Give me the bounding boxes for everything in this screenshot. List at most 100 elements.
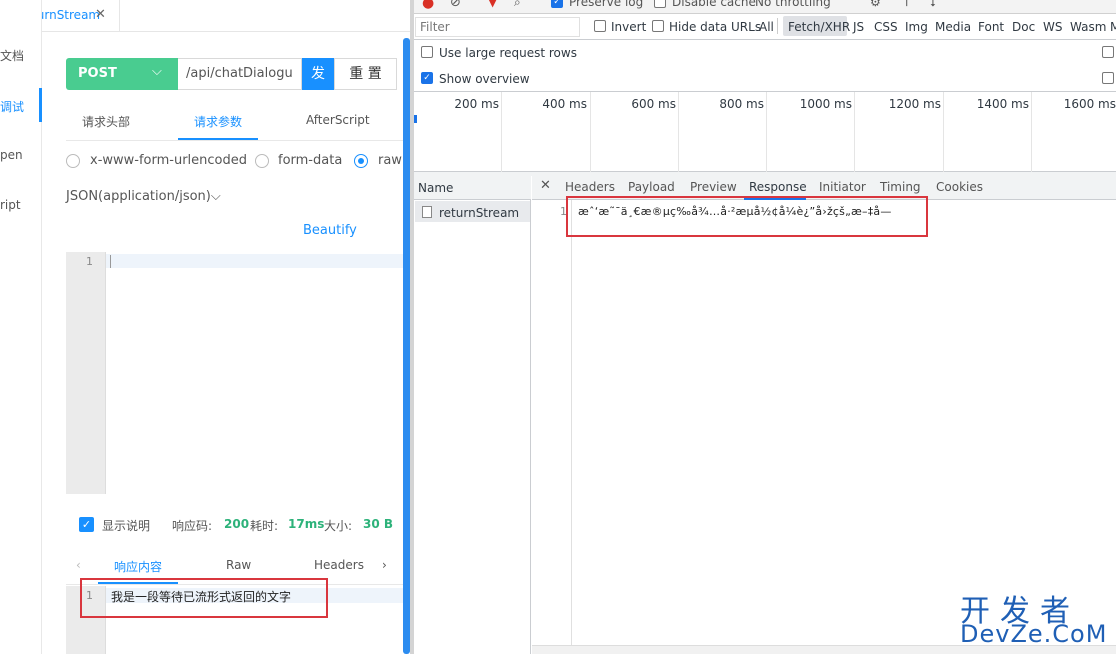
side-nav: 文档 调试 pen ript bbox=[0, 0, 42, 654]
hide-data-urls-checkbox[interactable] bbox=[652, 20, 664, 32]
large-rows-checkbox[interactable] bbox=[421, 46, 433, 58]
timeline-gridline bbox=[943, 92, 944, 172]
tab-afterscript[interactable]: AfterScript bbox=[306, 113, 370, 127]
tab-response-headers[interactable]: Headers bbox=[314, 558, 364, 572]
name-header-label: Name bbox=[418, 181, 454, 195]
filter-ws[interactable]: WS bbox=[1043, 20, 1062, 34]
hide-data-urls-label: Hide data URLs bbox=[669, 20, 762, 34]
show-desc-checkbox[interactable]: ✓ bbox=[79, 517, 94, 532]
time-label: 耗时: bbox=[250, 519, 279, 533]
watermark-domain: DevZe.CoM bbox=[960, 620, 1108, 648]
filter-css[interactable]: CSS bbox=[874, 20, 898, 34]
tab-request-headers[interactable]: 请求头部 bbox=[82, 113, 130, 130]
size-value: 30 B bbox=[363, 517, 394, 531]
invert-label: Invert bbox=[611, 20, 647, 34]
filter-img[interactable]: Img bbox=[905, 20, 928, 34]
chevron-down-icon: ⌵ bbox=[152, 64, 162, 79]
radio-raw[interactable] bbox=[354, 154, 368, 168]
filter-fetch-xhr[interactable]: Fetch/XHR bbox=[788, 20, 850, 34]
capture-screenshots-checkbox[interactable] bbox=[1102, 72, 1114, 84]
status-value: 200 bbox=[224, 517, 250, 531]
close-icon[interactable]: ✕ bbox=[540, 178, 551, 193]
timeline-gridline bbox=[590, 92, 591, 172]
radio-formdata[interactable] bbox=[255, 154, 269, 168]
close-icon[interactable]: ✕ bbox=[95, 7, 106, 22]
divider bbox=[777, 18, 778, 34]
show-overview-checkbox[interactable]: ✓ bbox=[421, 72, 433, 84]
radio-urlencoded[interactable] bbox=[66, 154, 80, 168]
reset-button[interactable]: 重 置 bbox=[334, 58, 397, 90]
network-conditions-icon[interactable]: ⚙ bbox=[870, 0, 881, 9]
tab-payload[interactable]: Payload bbox=[628, 180, 675, 194]
tab-response-content[interactable]: 响应内容 bbox=[114, 558, 162, 575]
radio-label-raw: raw bbox=[378, 153, 402, 168]
search-icon[interactable]: ⌕ bbox=[514, 0, 521, 10]
timeline-gridline bbox=[501, 92, 502, 172]
sidenav-item-debug[interactable]: 调试 bbox=[0, 98, 24, 115]
timeline-label: 400 ms bbox=[542, 97, 587, 111]
upload-icon[interactable]: ⭡ bbox=[904, 0, 910, 10]
sidenav-item-script[interactable]: ript bbox=[0, 198, 21, 212]
clear-icon[interactable]: ⊘ bbox=[450, 0, 461, 10]
filter-all[interactable]: All bbox=[759, 20, 774, 34]
tab-response[interactable]: Response bbox=[749, 180, 807, 194]
throttling-select[interactable]: No throttling bbox=[755, 0, 831, 9]
filter-media[interactable]: Media bbox=[935, 20, 971, 34]
tab-timing[interactable]: Timing bbox=[880, 180, 921, 194]
editor-gutter bbox=[66, 252, 106, 494]
filter-manifest[interactable]: M bbox=[1110, 20, 1116, 34]
filter-font[interactable]: Font bbox=[978, 20, 1004, 34]
preserve-log-checkbox[interactable]: ✓ bbox=[551, 0, 563, 8]
document-icon bbox=[422, 206, 432, 218]
filter-placeholder: Filter bbox=[420, 20, 450, 34]
tab-ink-bar bbox=[178, 138, 258, 140]
tab-initiator[interactable]: Initiator bbox=[819, 180, 866, 194]
send-button[interactable]: 发 bbox=[302, 58, 334, 90]
timeline-label: 1000 ms bbox=[799, 97, 852, 111]
download-icon[interactable]: ⭣ bbox=[930, 0, 936, 10]
request-name: returnStream bbox=[439, 206, 520, 220]
show-desc-label: 显示说明 bbox=[102, 519, 151, 533]
record-icon[interactable]: ● bbox=[422, 0, 434, 11]
sidenav-item-open[interactable]: pen bbox=[0, 148, 23, 162]
content-type-select[interactable]: JSON(application/json)⌵ bbox=[66, 189, 221, 204]
time-value: 17ms bbox=[288, 517, 325, 531]
disable-cache-checkbox[interactable] bbox=[654, 0, 666, 8]
timeline-label: 1600 ms bbox=[1063, 97, 1116, 111]
filter-wasm[interactable]: Wasm bbox=[1070, 20, 1106, 34]
tab-preview[interactable]: Preview bbox=[690, 180, 737, 194]
filter-js[interactable]: JS bbox=[853, 20, 864, 34]
filter-funnel-icon[interactable]: ▼ bbox=[488, 0, 497, 9]
scrollbar[interactable] bbox=[403, 38, 410, 654]
sidenav-item-docs[interactable]: 文档 bbox=[0, 47, 24, 64]
tab-request-params[interactable]: 请求参数 bbox=[194, 113, 242, 130]
chevron-down-icon: ⌵ bbox=[210, 189, 221, 204]
large-rows-label: Use large request rows bbox=[439, 46, 577, 60]
response-gutter bbox=[532, 200, 572, 654]
tab-headers[interactable]: Headers bbox=[565, 180, 615, 194]
chevron-left-icon[interactable]: ‹ bbox=[76, 558, 81, 572]
line-number: 1 bbox=[86, 255, 93, 268]
request-list bbox=[414, 176, 531, 654]
group-by-frame-checkbox[interactable] bbox=[1102, 46, 1114, 58]
invert-checkbox[interactable] bbox=[594, 20, 606, 32]
status-label: 响应码: bbox=[172, 519, 213, 533]
tab-cookies[interactable]: Cookies bbox=[936, 180, 983, 194]
timeline-label: 200 ms bbox=[454, 97, 499, 111]
devtools-toolbar: ● ⊘ ▼ ⌕ ✓ Preserve log Disable cache No … bbox=[414, 0, 1116, 14]
highlight-box bbox=[80, 578, 328, 618]
timeline-gridline bbox=[1031, 92, 1032, 172]
timeline-label: 1400 ms bbox=[976, 97, 1029, 111]
editor-active-line bbox=[106, 254, 410, 268]
beautify-link[interactable]: Beautify bbox=[303, 223, 357, 238]
request-body-editor[interactable] bbox=[66, 252, 410, 494]
url-input[interactable]: /api/chatDialogu bbox=[178, 58, 302, 90]
tab-response-raw[interactable]: Raw bbox=[226, 558, 251, 572]
timeline-label: 600 ms bbox=[631, 97, 676, 111]
chevron-right-icon[interactable]: › bbox=[382, 558, 387, 572]
content-type-label: JSON(application/json) bbox=[66, 189, 211, 204]
filter-doc[interactable]: Doc bbox=[1012, 20, 1035, 34]
text-cursor bbox=[110, 255, 111, 268]
radio-label-formdata: form-data bbox=[278, 153, 343, 168]
method-select[interactable]: POST ⌵ bbox=[66, 58, 178, 90]
